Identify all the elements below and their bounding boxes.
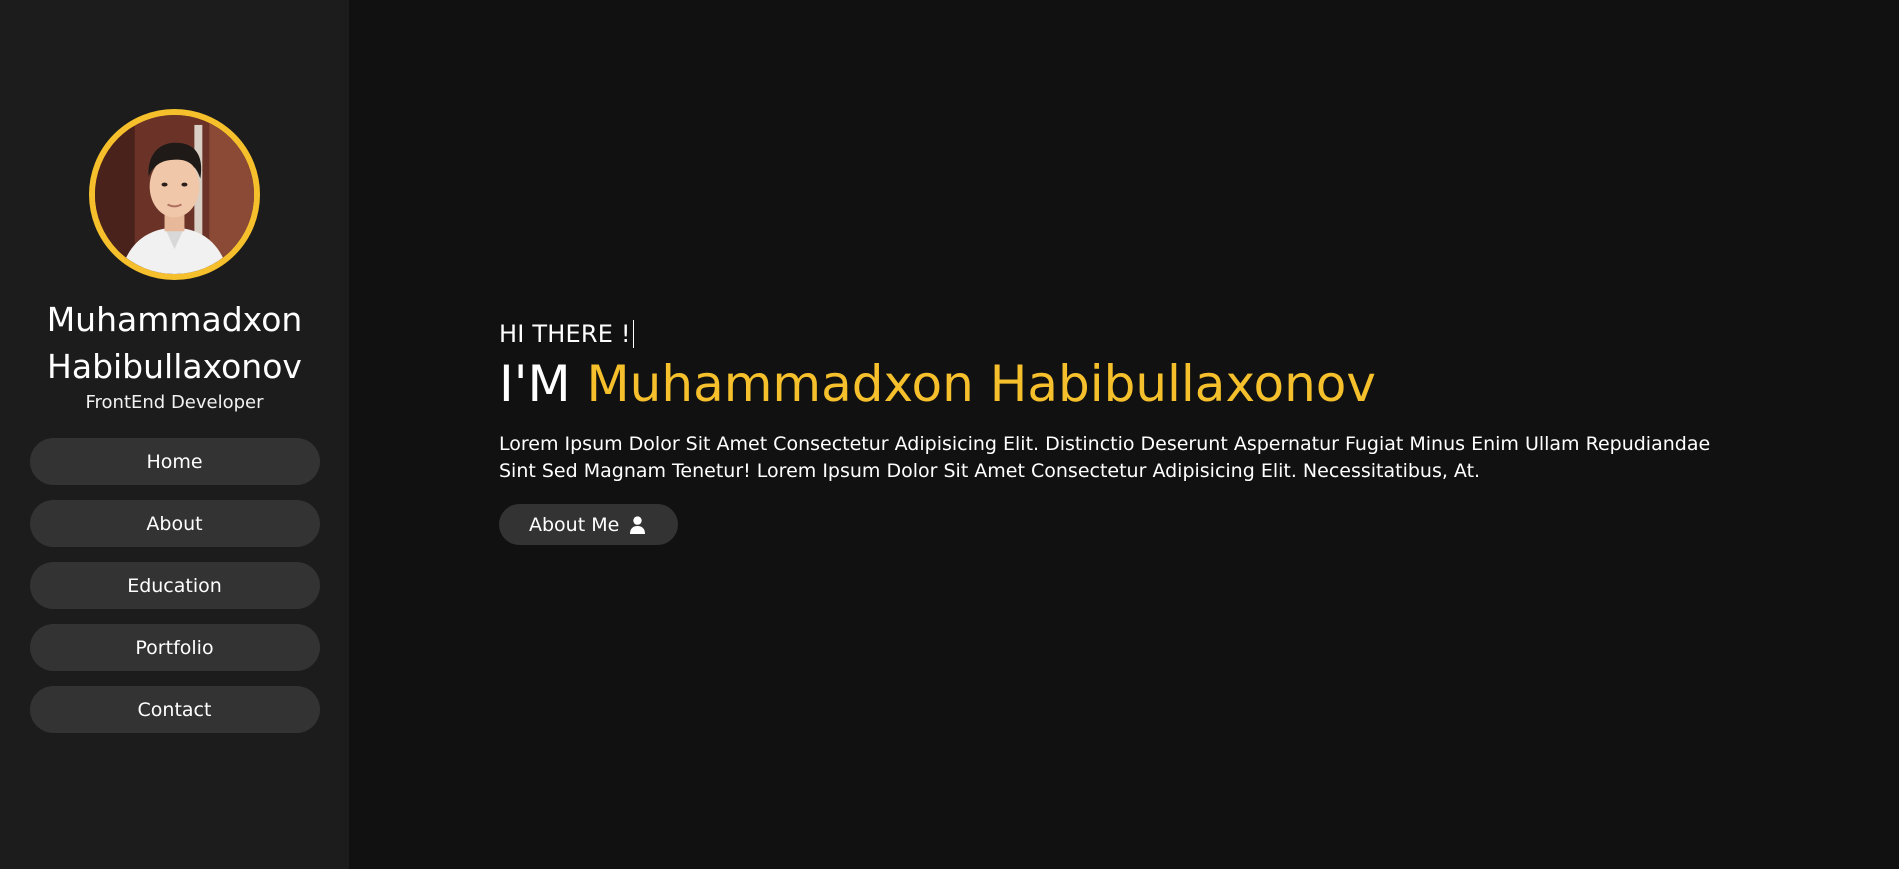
nav-item-about[interactable]: About bbox=[29, 500, 320, 547]
headline: I'M Muhammadxon Habibullaxonov bbox=[499, 354, 1749, 414]
sidebar: Muhammadxon Habibullaxonov FrontEnd Deve… bbox=[0, 0, 349, 869]
greeting-text: HI THERE ! bbox=[499, 320, 631, 348]
greeting: HI THERE ! bbox=[499, 320, 1749, 348]
hero-section: HI THERE ! I'M Muhammadxon Habibullaxono… bbox=[499, 320, 1749, 545]
about-me-button-label: About Me bbox=[529, 513, 620, 536]
sidebar-nav: Home About Education Portfolio Contact bbox=[29, 438, 320, 733]
nav-item-education[interactable]: Education bbox=[29, 562, 320, 609]
sidebar-name: Muhammadxon Habibullaxonov bbox=[46, 300, 303, 386]
page: Muhammadxon Habibullaxonov FrontEnd Deve… bbox=[0, 0, 1899, 869]
avatar-photo bbox=[95, 115, 254, 274]
nav-item-portfolio[interactable]: Portfolio bbox=[29, 624, 320, 671]
nav-item-contact[interactable]: Contact bbox=[29, 686, 320, 733]
nav-item-home[interactable]: Home bbox=[29, 438, 320, 485]
avatar bbox=[89, 109, 260, 280]
headline-prefix: I'M bbox=[499, 355, 571, 413]
headline-name: Muhammadxon Habibullaxonov bbox=[586, 355, 1376, 413]
typing-cursor bbox=[632, 320, 634, 348]
hero-description: Lorem Ipsum Dolor Sit Amet Consectetur A… bbox=[499, 433, 1711, 482]
about-me-button[interactable]: About Me bbox=[499, 504, 679, 545]
main-content: HI THERE ! I'M Muhammadxon Habibullaxono… bbox=[349, 0, 1899, 869]
sidebar-role: FrontEnd Developer bbox=[85, 392, 264, 413]
user-icon bbox=[629, 515, 646, 534]
